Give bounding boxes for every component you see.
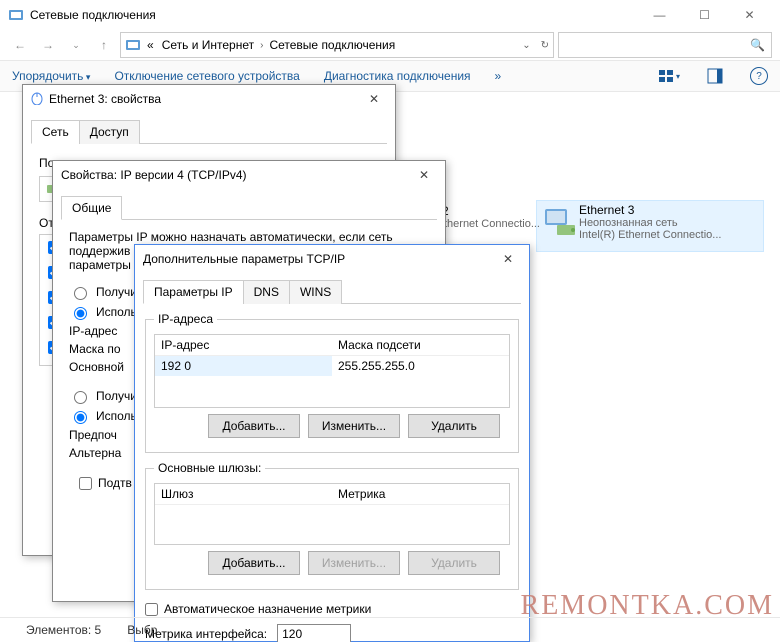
tab-access[interactable]: Доступ: [79, 120, 140, 144]
radio-ip-auto[interactable]: [74, 287, 87, 300]
nic-icon: [543, 203, 579, 239]
up-button[interactable]: ↑: [92, 33, 116, 57]
details-pane-icon[interactable]: [704, 65, 726, 87]
status-item-count: Элементов: 5: [26, 623, 101, 637]
radio-dns-manual[interactable]: [74, 411, 87, 424]
recent-chevron-icon[interactable]: ⌄: [64, 33, 88, 57]
add-gateway-button[interactable]: Добавить...: [208, 551, 300, 575]
mask-value: 255.255.255.0: [332, 356, 509, 376]
refresh-icon[interactable]: ↻: [541, 40, 549, 51]
group-ip-addresses: IP-адреса IP-адрес Маска подсети 192 0 2…: [145, 312, 519, 453]
search-input[interactable]: 🔍: [558, 32, 772, 58]
checkbox-validate[interactable]: [79, 477, 92, 490]
dialog-title: Ethernet 3: свойства: [49, 92, 161, 106]
close-button[interactable]: ✕: [727, 0, 772, 30]
col-metric: Метрика: [332, 484, 509, 504]
breadcrumb-root[interactable]: «: [145, 38, 156, 52]
location-icon: [125, 37, 141, 53]
group-gateways: Основные шлюзы: Шлюз Метрика Добавить...…: [145, 461, 519, 590]
label-auto-metric: Автоматическое назначение метрики: [164, 602, 371, 616]
search-icon: 🔍: [750, 38, 765, 52]
add-ip-button[interactable]: Добавить...: [208, 414, 300, 438]
delete-gateway-button: Удалить: [408, 551, 500, 575]
breadcrumb-seg1[interactable]: Сеть и Интернет: [160, 38, 256, 52]
maximize-button[interactable]: ☐: [682, 0, 727, 30]
tab-general[interactable]: Общие: [61, 196, 122, 220]
disable-device-button[interactable]: Отключение сетевого устройства: [114, 69, 299, 83]
col-gateway: Шлюз: [155, 484, 332, 504]
adapter-device: Intel(R) Ethernet Connectio...: [579, 229, 721, 241]
edit-ip-button[interactable]: Изменить...: [308, 414, 400, 438]
radio-dns-auto[interactable]: [74, 391, 87, 404]
address-bar[interactable]: « Сеть и Интернет › Сетевые подключения …: [120, 32, 554, 58]
close-icon[interactable]: ✕: [411, 165, 437, 185]
mouse-icon: [31, 91, 43, 108]
col-mask: Маска подсети: [332, 335, 509, 355]
edit-gateway-button: Изменить...: [308, 551, 400, 575]
organize-menu[interactable]: Упорядочить: [12, 69, 90, 83]
minimize-button[interactable]: —: [637, 0, 682, 30]
adapter-status: Неопознанная сеть: [579, 217, 721, 229]
ip-value[interactable]: 192 0: [155, 356, 332, 376]
tab-wins[interactable]: WINS: [289, 280, 342, 304]
address-dropdown-icon[interactable]: ⌄: [522, 40, 530, 51]
dialog-title: Свойства: IP версии 4 (TCP/IPv4): [61, 168, 247, 182]
gateway-list[interactable]: Шлюз Метрика: [154, 483, 510, 545]
adapter-name: Ethernet 3: [579, 203, 721, 217]
app-icon: [8, 7, 24, 23]
tab-ip-settings[interactable]: Параметры IP: [143, 280, 244, 304]
breadcrumb-seg2[interactable]: Сетевые подключения: [267, 38, 397, 52]
col-ip: IP-адрес: [155, 335, 332, 355]
chevron-right-icon: ›: [260, 40, 263, 51]
status-selected: Выбр: [127, 623, 157, 637]
more-commands[interactable]: »: [495, 69, 502, 83]
forward-button[interactable]: →: [36, 33, 60, 57]
help-icon[interactable]: ?: [750, 67, 768, 85]
dialog-advanced-tcpip: Дополнительные параметры TCP/IP ✕ Параме…: [134, 244, 530, 642]
close-icon[interactable]: ✕: [495, 249, 521, 269]
back-button[interactable]: ←: [8, 33, 32, 57]
ip-list[interactable]: IP-адрес Маска подсети 192 0 255.255.255…: [154, 334, 510, 408]
checkbox-auto-metric[interactable]: [145, 603, 158, 616]
radio-ip-manual[interactable]: [74, 307, 87, 320]
view-options-icon[interactable]: ▾: [658, 65, 680, 87]
dialog-title: Дополнительные параметры TCP/IP: [143, 252, 345, 266]
diagnose-button[interactable]: Диагностика подключения: [324, 69, 471, 83]
tab-network[interactable]: Сеть: [31, 120, 80, 144]
close-icon[interactable]: ✕: [361, 89, 387, 109]
delete-ip-button[interactable]: Удалить: [408, 414, 500, 438]
adapter-ethernet3[interactable]: Ethernet 3 Неопознанная сеть Intel(R) Et…: [536, 200, 764, 252]
tab-dns[interactable]: DNS: [243, 280, 290, 304]
window-title: Сетевые подключения: [30, 8, 156, 22]
